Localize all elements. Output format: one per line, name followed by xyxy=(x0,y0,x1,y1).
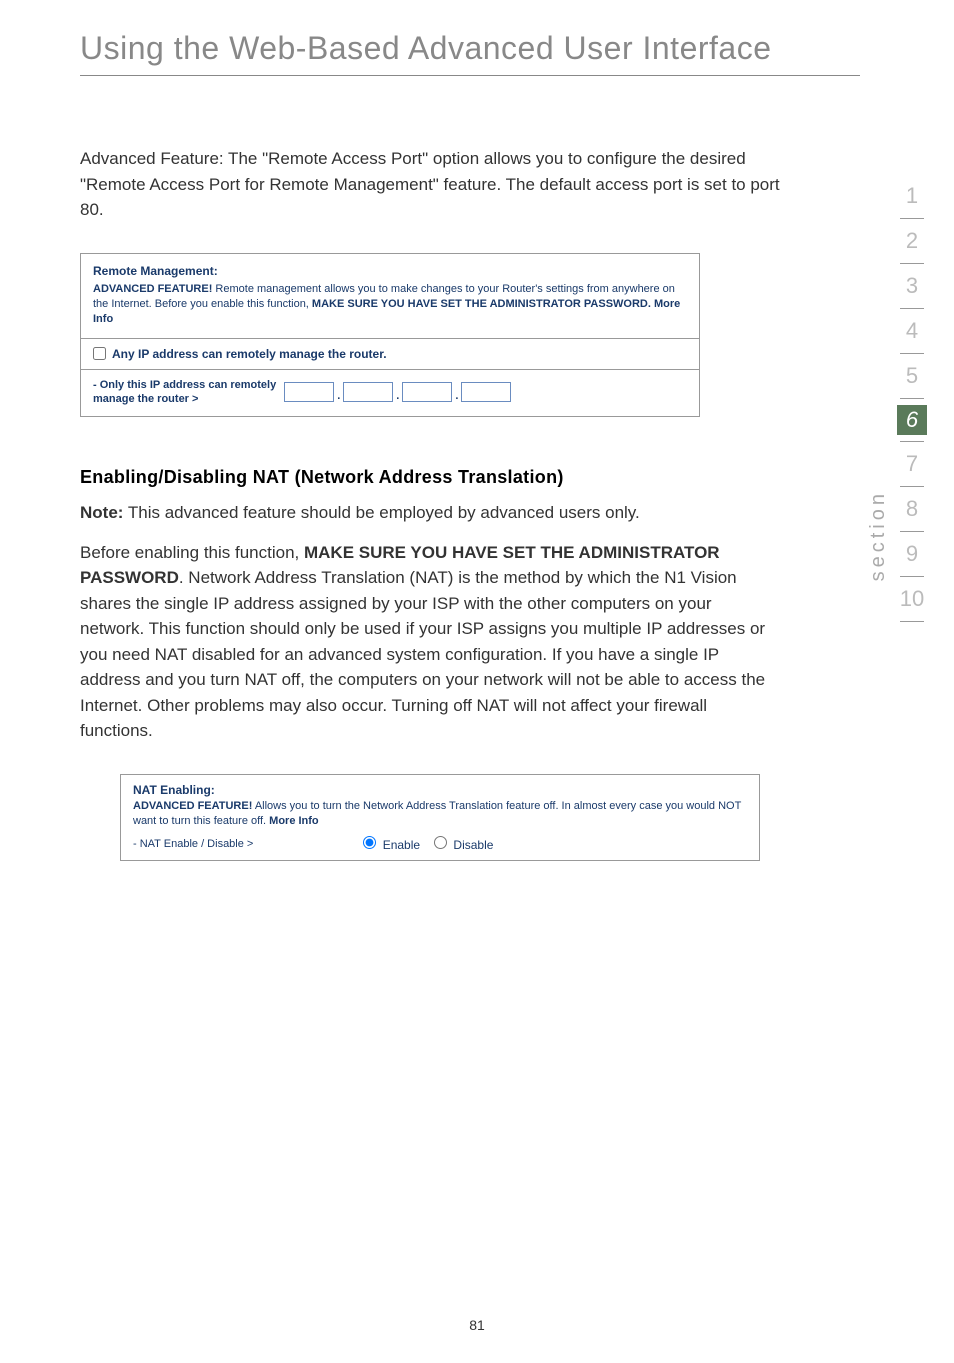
remote-panel-title: Remote Management: xyxy=(93,264,687,278)
nav-1[interactable]: 1 xyxy=(896,180,928,212)
nav-divider xyxy=(900,263,924,264)
nav-6-active[interactable]: 6 xyxy=(897,405,927,435)
nav-divider xyxy=(900,218,924,219)
only-ip-label: - Only this IP address can remotelymanag… xyxy=(93,378,276,407)
nat-disable-radio[interactable] xyxy=(434,836,447,849)
ip-octet-1[interactable] xyxy=(284,382,334,402)
nat-body: Before enabling this function, MAKE SURE… xyxy=(80,540,780,744)
nat-enabling-panel: NAT Enabling: ADVANCED FEATURE! Allows y… xyxy=(120,774,760,861)
nat-enable-label[interactable]: Enable xyxy=(363,836,420,852)
nav-divider xyxy=(900,621,924,622)
intro-paragraph: Advanced Feature: The "Remote Access Por… xyxy=(80,146,780,223)
ip-octet-3[interactable] xyxy=(402,382,452,402)
nat-enable-text: Enable xyxy=(383,838,420,852)
nat-note: Note: This advanced feature should be em… xyxy=(80,500,780,526)
nav-divider xyxy=(900,398,924,399)
nav-5[interactable]: 5 xyxy=(896,360,928,392)
nat-body-post: . Network Address Translation (NAT) is t… xyxy=(80,568,765,740)
panel-divider-2 xyxy=(81,369,699,370)
ip-dot: . xyxy=(337,390,340,402)
remote-panel-lead: ADVANCED FEATURE! xyxy=(93,283,212,295)
page-title: Using the Web-Based Advanced User Interf… xyxy=(80,30,894,67)
nat-panel-title: NAT Enabling: xyxy=(133,783,747,797)
only-ip-row: - Only this IP address can remotelymanag… xyxy=(93,378,687,407)
nat-enable-row: - NAT Enable / Disable > Enable Disable xyxy=(133,836,747,852)
nav-divider xyxy=(900,576,924,577)
title-underline xyxy=(80,75,860,76)
any-ip-checkbox[interactable] xyxy=(93,347,106,360)
nav-8[interactable]: 8 xyxy=(896,493,928,525)
nav-9[interactable]: 9 xyxy=(896,538,928,570)
nat-disable-text: Disable xyxy=(453,838,493,852)
section-nav: 1 2 3 4 5 6 7 8 9 10 xyxy=(896,180,928,622)
content-area: Advanced Feature: The "Remote Access Por… xyxy=(80,146,780,861)
ip-inputs: . . . xyxy=(284,382,511,402)
nav-divider xyxy=(900,531,924,532)
nav-4[interactable]: 4 xyxy=(896,315,928,347)
nav-divider xyxy=(900,308,924,309)
remote-management-panel: Remote Management: ADVANCED FEATURE! Rem… xyxy=(80,253,700,418)
remote-panel-boldtext: MAKE SURE YOU HAVE SET THE ADMINISTRATOR… xyxy=(312,298,651,310)
nav-2[interactable]: 2 xyxy=(896,225,928,257)
nat-disable-label[interactable]: Disable xyxy=(434,836,493,852)
nat-body-pre: Before enabling this function, xyxy=(80,543,304,562)
page-number: 81 xyxy=(469,1317,485,1333)
nav-divider xyxy=(900,486,924,487)
nav-divider xyxy=(900,441,924,442)
nav-10[interactable]: 10 xyxy=(896,583,928,615)
ip-octet-4[interactable] xyxy=(461,382,511,402)
any-ip-label: Any IP address can remotely manage the r… xyxy=(112,347,387,361)
nat-panel-text: ADVANCED FEATURE! Allows you to turn the… xyxy=(133,799,747,830)
nat-more-info-link[interactable]: More Info xyxy=(269,815,319,827)
ip-dot: . xyxy=(396,390,399,402)
nat-enable-radio[interactable] xyxy=(363,836,376,849)
any-ip-checkbox-row: Any IP address can remotely manage the r… xyxy=(93,347,687,361)
nat-panel-lead: ADVANCED FEATURE! xyxy=(133,800,252,812)
section-vertical-label: section xyxy=(867,490,890,581)
note-text: This advanced feature should be employed… xyxy=(123,503,639,522)
panel-divider xyxy=(81,338,699,339)
nat-radio-group: Enable Disable xyxy=(363,836,493,852)
nat-heading: Enabling/Disabling NAT (Network Address … xyxy=(80,467,780,488)
nav-divider xyxy=(900,353,924,354)
ip-dot: . xyxy=(455,390,458,402)
nav-7[interactable]: 7 xyxy=(896,448,928,480)
ip-octet-2[interactable] xyxy=(343,382,393,402)
note-bold: Note: xyxy=(80,503,123,522)
nav-3[interactable]: 3 xyxy=(896,270,928,302)
remote-panel-text: ADVANCED FEATURE! Remote management allo… xyxy=(93,282,687,328)
nat-row-label: - NAT Enable / Disable > xyxy=(133,838,253,850)
